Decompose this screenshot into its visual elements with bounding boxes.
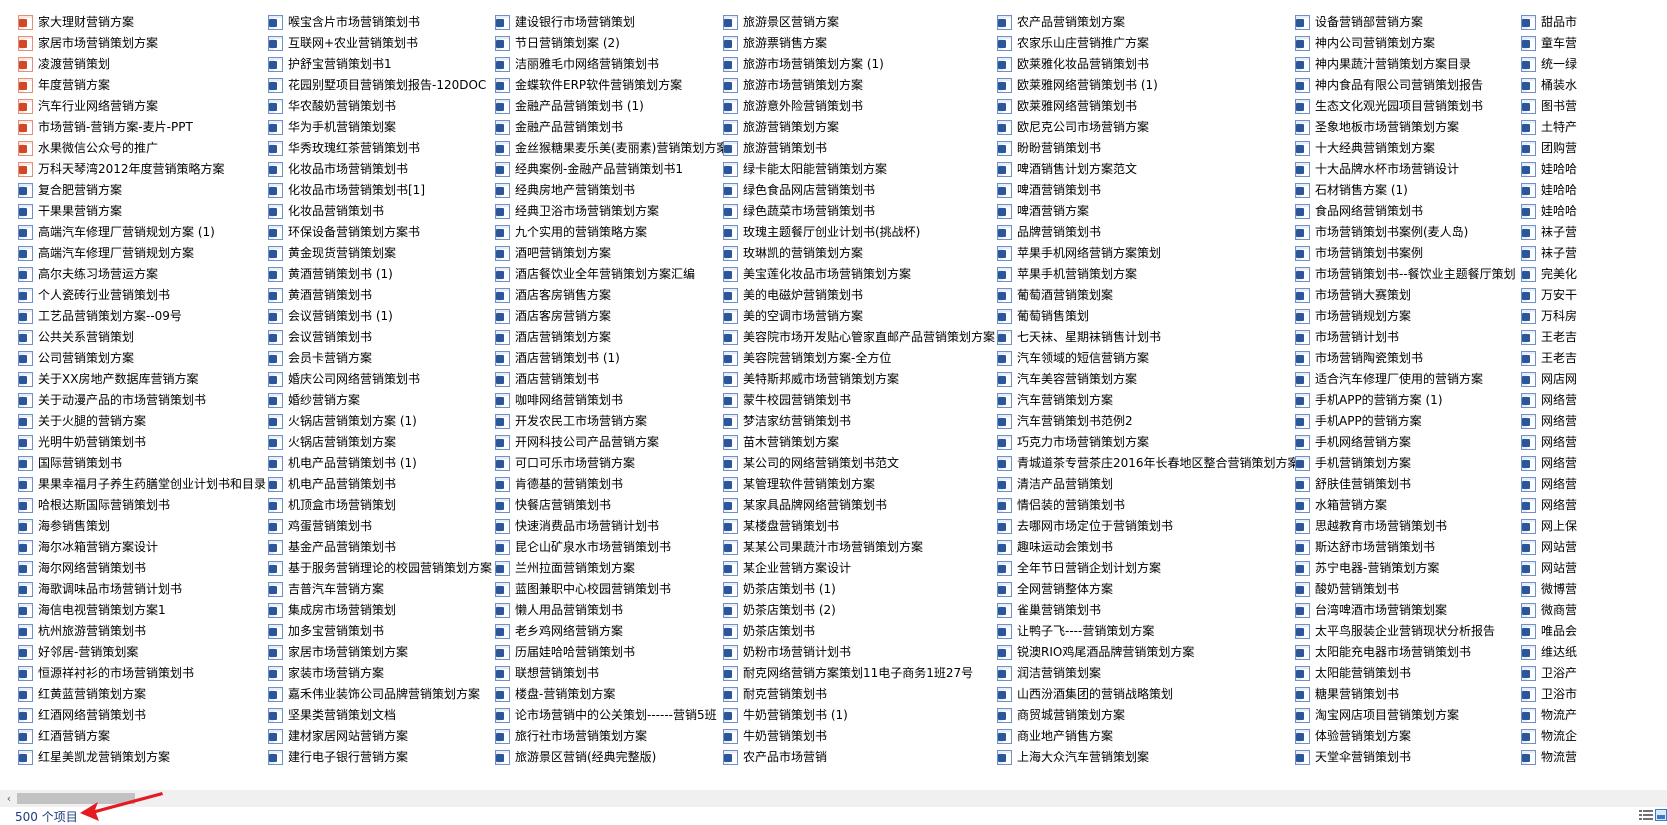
annotation-arrow	[80, 792, 163, 821]
